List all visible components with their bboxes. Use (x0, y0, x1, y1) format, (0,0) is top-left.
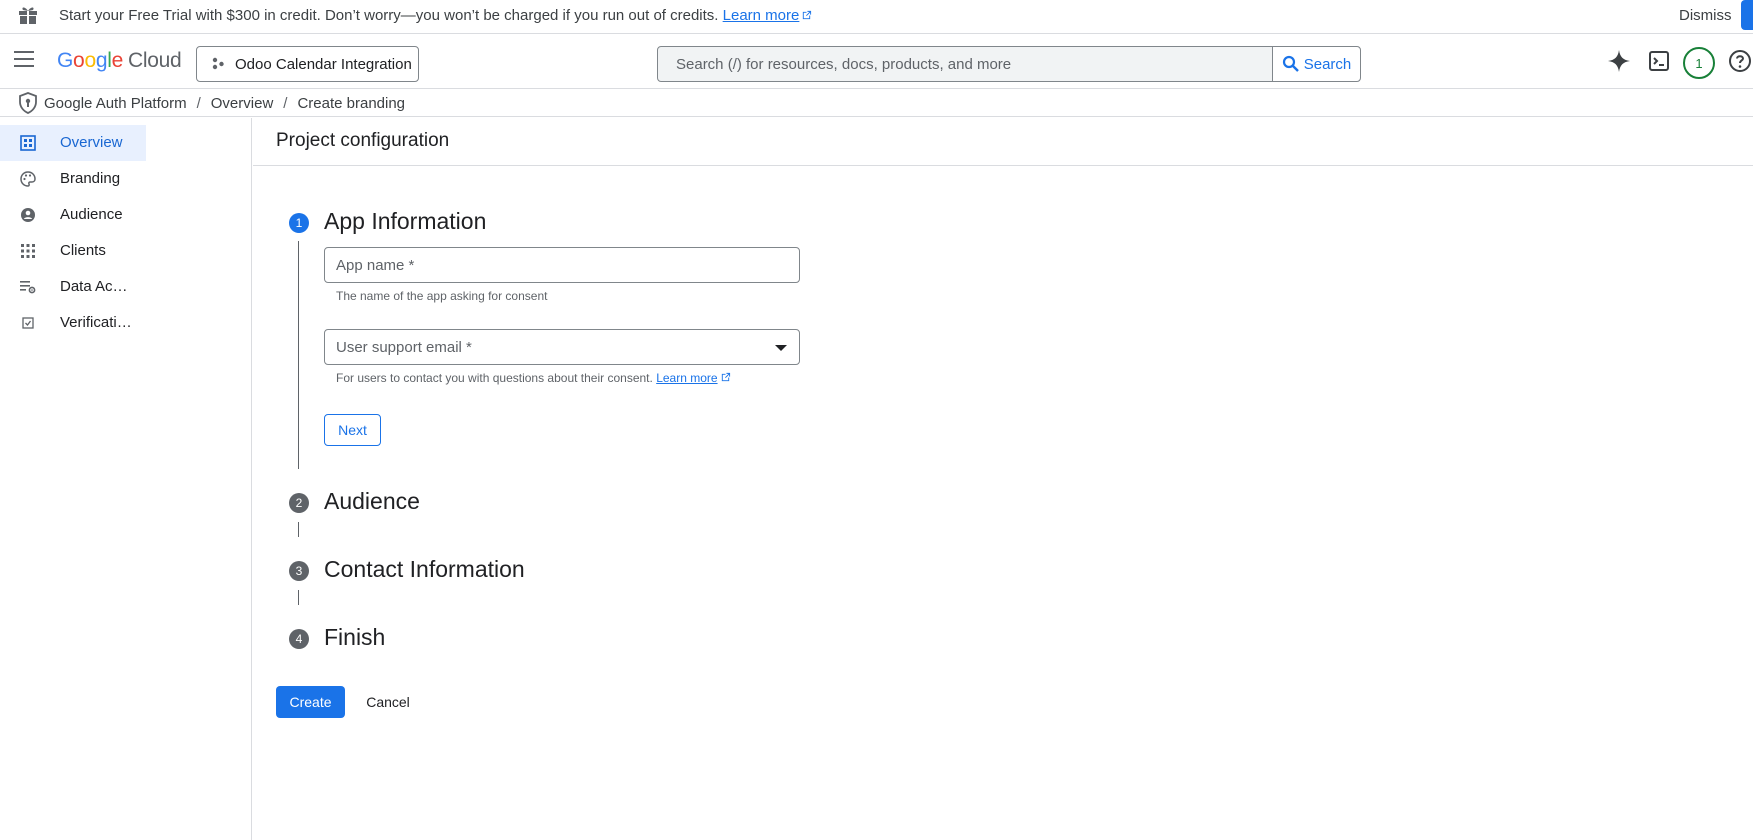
check-box-icon (22, 317, 34, 329)
sidebar-item-label: Verification Center (60, 314, 132, 331)
step-1-title: App Information (324, 208, 487, 234)
dashboard-icon (20, 135, 36, 151)
sidebar-item-data-access[interactable]: Data Access (0, 269, 146, 305)
sidebar-item-branding[interactable]: Branding (0, 161, 146, 197)
help-icon[interactable] (1728, 49, 1752, 73)
breadcrumb-overview[interactable]: Overview (211, 95, 274, 112)
sidebar-item-clients[interactable]: Clients (0, 233, 146, 269)
list-settings-icon (20, 281, 36, 294)
gift-icon (19, 7, 37, 24)
shield-lock-icon (19, 92, 37, 114)
trial-message: Start your Free Trial with $300 in credi… (59, 7, 719, 24)
search-button[interactable]: Search (1272, 47, 1360, 81)
search-icon (1282, 55, 1299, 72)
step-connector-line (298, 241, 299, 469)
external-link-icon (721, 372, 730, 382)
breadcrumb-bar: Google Auth Platform / Overview / Create… (0, 89, 1753, 117)
app-name-field[interactable]: App name * (324, 247, 800, 283)
cancel-button[interactable]: Cancel (355, 686, 421, 718)
breadcrumb-separator: / (196, 94, 201, 112)
step-3-title[interactable]: Contact Information (324, 556, 525, 583)
project-dots-icon (212, 57, 224, 70)
create-button[interactable]: Create (276, 686, 345, 718)
app-name-hint: The name of the app asking for consent (336, 289, 548, 303)
breadcrumb-google-auth-platform[interactable]: Google Auth Platform (44, 95, 187, 112)
notification-badge[interactable]: 1 (1683, 47, 1715, 79)
sidebar-nav: Overview Branding Audience Clients Data … (0, 118, 252, 840)
dismiss-button[interactable]: Dismiss (1679, 7, 1732, 24)
step-connector-line (298, 522, 299, 537)
trial-banner: Start your Free Trial with $300 in credi… (0, 0, 1753, 34)
page-title: Project configuration (276, 130, 450, 151)
support-email-learn-more-link[interactable]: Learn more (656, 371, 730, 385)
step-2-number: 2 (289, 493, 309, 513)
user-support-email-label: User support email * (336, 339, 472, 356)
user-support-email-select[interactable]: User support email * (324, 329, 800, 365)
google-cloud-logo[interactable]: Google Cloud (57, 49, 182, 73)
step-4-title[interactable]: Finish (324, 624, 385, 651)
search-bar[interactable]: Search (/) for resources, docs, products… (657, 46, 1361, 82)
sidebar-item-label: Clients (60, 242, 106, 259)
account-circle-icon (21, 208, 35, 222)
sidebar-item-label: Audience (60, 206, 123, 223)
apps-grid-icon (21, 244, 35, 258)
dropdown-arrow-icon (775, 345, 787, 351)
step-2-title[interactable]: Audience (324, 488, 420, 515)
user-support-email-hint: For users to contact you with questions … (336, 371, 731, 385)
breadcrumb-separator: / (283, 94, 288, 112)
breadcrumb-create-branding: Create branding (297, 94, 406, 112)
sidebar-item-label: Data Access (60, 278, 132, 295)
external-link-icon (803, 10, 812, 20)
gemini-sparkle-icon[interactable] (1607, 49, 1631, 73)
sidebar-item-label: Overview (60, 134, 123, 151)
cloud-shell-terminal-icon[interactable] (1647, 49, 1671, 73)
search-input[interactable]: Search (/) for resources, docs, products… (676, 56, 1011, 73)
title-divider (253, 165, 1753, 166)
sidebar-item-label: Branding (60, 170, 121, 187)
app-name-label: App name * (336, 257, 415, 274)
palette-icon (20, 171, 36, 187)
project-name: Odoo Calendar Integration (235, 55, 412, 73)
sidebar-item-verification-center[interactable]: Verification Center (0, 305, 146, 341)
project-picker-button[interactable]: Odoo Calendar Integration (196, 46, 419, 82)
trial-banner-text: Start your Free Trial with $300 in credi… (59, 7, 812, 24)
banner-learn-more-link[interactable]: Learn more (723, 7, 813, 24)
sidebar-item-audience[interactable]: Audience (0, 197, 146, 233)
hamburger-menu-icon[interactable] (14, 51, 34, 67)
banner-edge-accent (1741, 0, 1753, 30)
step-1-number: 1 (289, 213, 309, 233)
top-header: Google Cloud Odoo Calendar Integration Se… (0, 35, 1753, 89)
step-3-number: 3 (289, 561, 309, 581)
step-4-number: 4 (289, 629, 309, 649)
breadcrumb: Google Auth Platform / Overview / Create… (18, 92, 405, 114)
step-connector-line (298, 590, 299, 605)
sidebar-item-overview[interactable]: Overview (0, 125, 146, 161)
next-button[interactable]: Next (324, 414, 381, 446)
